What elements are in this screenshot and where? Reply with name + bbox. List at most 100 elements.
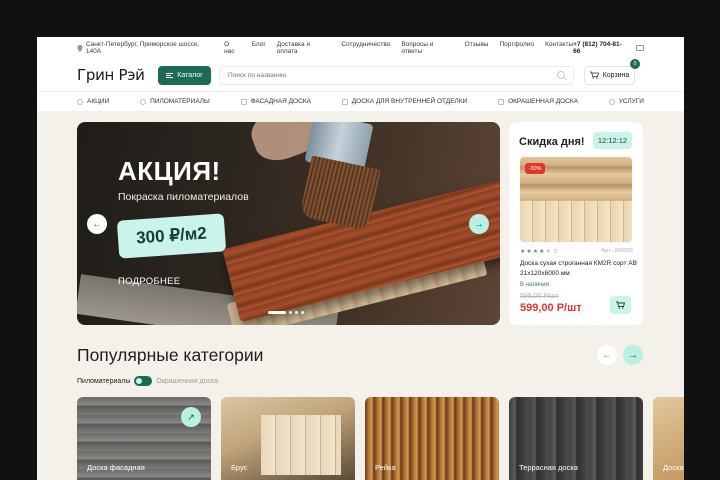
promo-banner[interactable]: АКЦИЯ! Покраска пиломатериалов 300 ₽/м2 … <box>77 122 500 325</box>
category-label: Доска фасадная <box>87 463 145 472</box>
nav-item-services[interactable]: УСЛУГИ <box>608 98 644 105</box>
banner-next-button[interactable]: → <box>469 214 489 234</box>
nav-item-sales[interactable]: АКЦИИ <box>77 98 109 105</box>
category-card-terrace-board[interactable]: Террасная доска <box>509 397 643 480</box>
product-image-board-ends <box>520 201 632 242</box>
catalog-button[interactable]: Каталог <box>158 65 211 85</box>
banner-subtitle: Покраска пиломатериалов <box>118 191 249 203</box>
top-link-contacts[interactable]: Контакты <box>545 41 573 55</box>
category-card-beam[interactable]: Брус <box>221 397 355 480</box>
banner-prev-button[interactable]: ← <box>87 214 107 234</box>
star-icon: ★ <box>520 249 526 255</box>
logo[interactable]: Грин Рэй <box>77 66 158 84</box>
rating-stars: ★ ★ ★ ★ ★ 5 <box>520 248 558 256</box>
search-icon[interactable] <box>557 71 565 79</box>
banner-title: АКЦИЯ! <box>118 156 221 186</box>
old-price: 599,00 Р/шт <box>520 293 559 300</box>
nav-item-painted-board[interactable]: ОКРАШЕННАЯ ДОСКА <box>498 98 578 105</box>
stock-status: В наличии <box>520 282 550 288</box>
nav-label: ДОСКА ДЛЯ ВНУТРЕННЕЙ ОТДЕЛКИ <box>351 98 468 105</box>
location-pin-icon <box>77 44 83 52</box>
categories-next-button[interactable]: → <box>623 345 643 365</box>
category-label: Доска <box>663 463 684 472</box>
banner-more-link[interactable]: ПОДРОБНЕЕ <box>118 276 180 287</box>
banner-pagination <box>268 311 304 314</box>
cart-button[interactable]: Корзина 0 <box>584 58 640 85</box>
mail-icon[interactable] <box>636 45 645 51</box>
add-to-cart-button[interactable] <box>610 296 631 314</box>
top-info-bar: Санкт-Петербург, Приморское шоссе, 140А … <box>37 37 684 59</box>
arrow-left-icon: ← <box>92 218 102 230</box>
star-icon: ★ <box>526 249 532 255</box>
nav-item-facade-board[interactable]: ФАСАДНАЯ ДОСКА <box>240 98 311 105</box>
main-header: Грин Рэй Каталог Корзина 0 <box>37 58 684 91</box>
arrow-right-icon: → <box>474 218 484 230</box>
toggle-option-painted[interactable]: Окрашенная доска <box>156 378 218 385</box>
category-photo-beams <box>261 415 341 475</box>
arrow-left-icon: ← <box>602 349 612 361</box>
nav-label: УСЛУГИ <box>618 98 644 105</box>
cart-count-badge: 0 <box>630 58 640 69</box>
pagination-dot[interactable] <box>295 311 298 314</box>
top-link-delivery[interactable]: Доставка и оплата <box>277 41 331 55</box>
star-icon: ★ <box>545 249 551 255</box>
new-price: 599,00 Р/шт <box>520 302 582 314</box>
star-icon: ★ <box>539 249 545 255</box>
deal-timer: 12:12:12 <box>593 132 632 149</box>
product-article: Арт.: 999555 <box>601 248 633 254</box>
top-link-portfolio[interactable]: Портфолио <box>499 41 534 55</box>
pagination-dot[interactable] <box>301 311 304 314</box>
category-card-slat[interactable]: Рейка <box>365 397 499 480</box>
category-label: Террасная доска <box>519 463 578 472</box>
deal-of-day-card: Скидка дня! 12:12:12 -30% ★ ★ ★ ★ ★ 5 Арт.: 9… <box>509 122 643 325</box>
popular-categories-title: Популярные категории <box>77 345 264 365</box>
nav-item-interior-board[interactable]: ДОСКА ДЛЯ ВНУТРЕННЕЙ ОТДЕЛКИ <box>341 98 468 105</box>
top-links: О нас Блог Доставка и оплата Сотрудничес… <box>224 41 573 55</box>
category-card-facade-board[interactable]: ↗ Доска фасадная <box>77 397 211 480</box>
pagination-dot-active[interactable] <box>268 311 286 314</box>
deal-title: Скидка дня! <box>519 136 585 148</box>
top-link-reviews[interactable]: Отзывы <box>465 41 489 55</box>
categories-prev-button[interactable]: ← <box>597 345 617 365</box>
log-icon <box>140 98 147 105</box>
nav-label: ОКРАШЕННАЯ ДОСКА <box>508 98 578 105</box>
rating-count: 5 <box>553 248 558 255</box>
cart-icon <box>589 71 599 79</box>
catalog-button-label: Каталог <box>177 71 203 79</box>
top-link-blog[interactable]: Блог <box>252 41 266 55</box>
top-link-cooperation[interactable]: Сотрудничество <box>341 41 390 55</box>
services-icon <box>608 98 615 105</box>
category-label: Рейка <box>375 463 396 472</box>
phone-number[interactable]: +7 (812) 704-81-66 <box>573 41 628 55</box>
star-icon: ★ <box>532 249 539 255</box>
search-input[interactable] <box>228 71 557 79</box>
cart-icon <box>616 301 625 309</box>
top-link-about[interactable]: О нас <box>224 41 241 55</box>
address[interactable]: Санкт-Петербург, Приморское шоссе, 140А <box>77 41 214 55</box>
nav-label: ФАСАДНАЯ ДОСКА <box>250 98 311 105</box>
category-nav: АКЦИИ ПИЛОМАТЕРИАЛЫ ФАСАДНАЯ ДОСКА ДОСКА… <box>37 91 684 111</box>
toggle-switch[interactable] <box>134 376 153 386</box>
top-link-faq[interactable]: Вопросы и ответы <box>401 41 453 55</box>
nav-label: ПИЛОМАТЕРИАЛЫ <box>150 98 210 105</box>
arrow-up-right-icon[interactable]: ↗ <box>181 407 201 427</box>
nav-item-lumber[interactable]: ПИЛОМАТЕРИАЛЫ <box>140 98 210 105</box>
paint-icon <box>498 98 505 105</box>
percent-icon <box>77 98 83 105</box>
panel-icon <box>341 98 348 105</box>
arrow-right-icon: → <box>628 349 638 361</box>
banner-photo-brush-bristles <box>299 155 381 231</box>
product-name[interactable]: Доска сухая строганная КМ2R сорт АВ 21х1… <box>520 259 638 279</box>
discount-badge: -30% <box>525 163 545 174</box>
search-bar <box>219 65 574 85</box>
category-label: Брус <box>231 463 248 472</box>
toggle-option-lumber[interactable]: Пиломатериалы <box>77 378 130 385</box>
category-card-board[interactable]: Доска <box>653 397 684 480</box>
pagination-dot[interactable] <box>289 311 292 314</box>
page: Санкт-Петербург, Приморское шоссе, 140А … <box>37 37 684 480</box>
category-filter-toggle: Пиломатериалы Окрашенная доска <box>77 376 218 386</box>
board-icon <box>240 98 247 105</box>
banner-price: 300 ₽/м2 <box>116 213 227 259</box>
address-text: Санкт-Петербург, Приморское шоссе, 140А <box>85 41 200 55</box>
cart-label: Корзина <box>602 71 630 79</box>
